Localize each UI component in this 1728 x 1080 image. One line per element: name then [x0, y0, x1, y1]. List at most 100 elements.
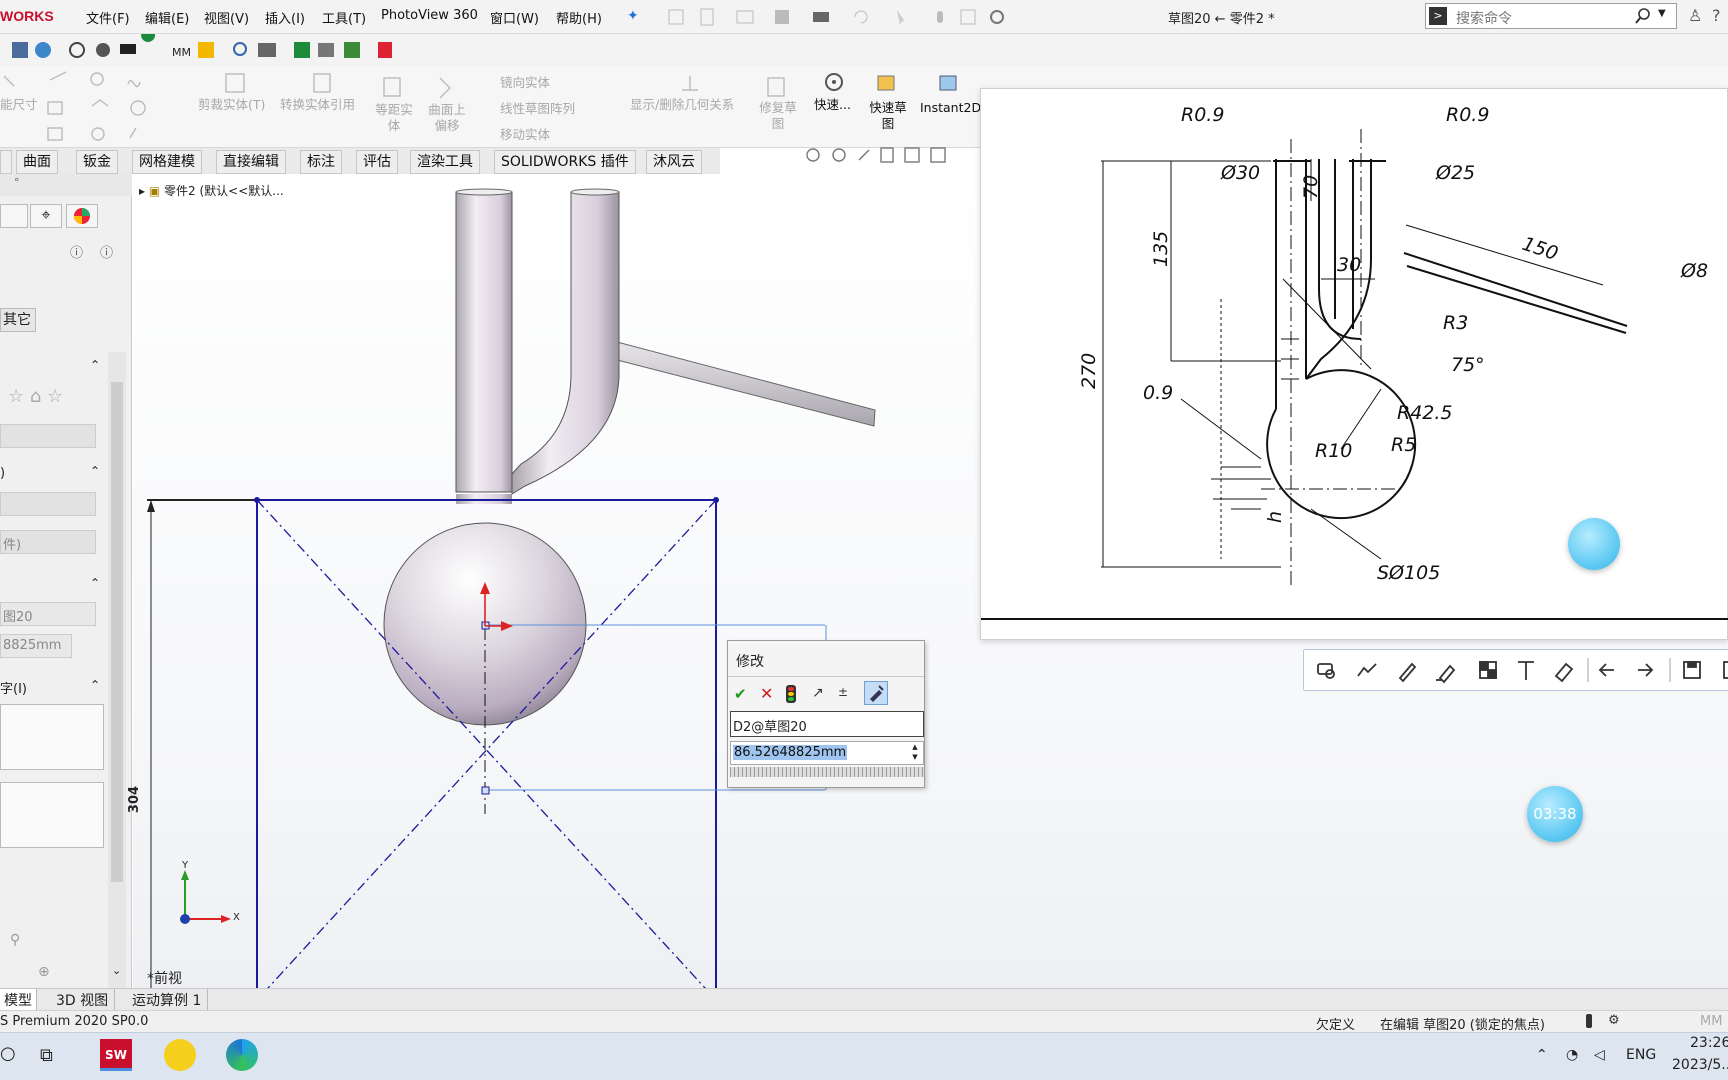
collapse-icon-2[interactable]: ⌃	[90, 464, 100, 478]
collapse-icon-3[interactable]: ⌃	[90, 576, 100, 590]
sketch-point-2[interactable]	[481, 786, 490, 795]
quick-snaps-button[interactable]: 快速...	[814, 94, 851, 113]
collapse-icon[interactable]: ⌃	[90, 358, 100, 372]
menu-tools[interactable]: 工具(T)	[322, 8, 366, 27]
menu-view[interactable]: 视图(V)	[204, 8, 249, 27]
tab-direct-edit[interactable]: 直接编辑	[216, 150, 286, 174]
main-tube[interactable]	[455, 191, 513, 493]
customize-icon[interactable]: ⚙	[1608, 1013, 1620, 1028]
spin-increment-icon[interactable]: ±	[838, 685, 848, 699]
display-relations-button[interactable]: 显示/删除几何关系	[630, 94, 734, 113]
appearance-tab[interactable]	[66, 204, 98, 228]
repair-sketch-button[interactable]: 修复草图	[756, 100, 800, 132]
anchor-icon[interactable]: ⚲	[10, 932, 20, 948]
unit-system[interactable]: MM	[1700, 1014, 1722, 1029]
pin-icon[interactable]: ✦	[627, 8, 639, 24]
music-app-icon[interactable]	[164, 1039, 196, 1071]
mark-for-drawing-icon[interactable]	[864, 681, 888, 705]
tab-model[interactable]: 模型	[0, 989, 37, 1010]
floating-ball[interactable]	[1568, 518, 1620, 570]
panel-dropdown-1[interactable]	[0, 424, 96, 448]
dimension-name-field[interactable]: D2@草图20	[730, 711, 924, 737]
tab-mufengyun[interactable]: 沐风云	[646, 150, 702, 174]
edge-browser-icon[interactable]	[226, 1039, 258, 1071]
tab-render[interactable]: 渲染工具	[410, 150, 480, 174]
side-tube[interactable]	[616, 341, 876, 427]
tab-addins[interactable]: SOLIDWORKS 插件	[494, 150, 636, 174]
tab-sketch[interactable]	[0, 150, 12, 174]
tab-dimension[interactable]: 标注	[300, 150, 342, 174]
settings-icon	[96, 43, 110, 57]
sketch-name-field[interactable]: 图20	[0, 602, 96, 626]
dimension-value-input[interactable]: 86.52648825mm ▲ ▼	[730, 741, 924, 765]
reverse-dim-icon[interactable]: ↗	[812, 685, 824, 701]
drawing-canvas: R0.9 R0.9 Ø30 Ø25 70 135 30 150 Ø8 270 R…	[981, 104, 1728, 620]
thumbwheel[interactable]	[730, 767, 924, 777]
property-manager-tab[interactable]	[0, 204, 28, 228]
user-icon[interactable]: ♙	[1688, 6, 1702, 25]
point-icon[interactable]: ⊕	[38, 964, 50, 980]
crosshair-icon[interactable]: ⌖	[30, 204, 62, 228]
solidworks-taskbar-icon[interactable]: SW	[100, 1039, 132, 1071]
panel-dropdown-2[interactable]	[0, 492, 96, 516]
smart-dimension-label[interactable]: 能尺寸	[0, 94, 38, 113]
convert-entities-button[interactable]: 转换实体引用	[280, 94, 355, 113]
cancel-x-icon[interactable]: ✕	[760, 684, 773, 703]
clock-time[interactable]: 23:26	[1690, 1035, 1728, 1051]
task-view-icon[interactable]: ⧉	[40, 1045, 53, 1066]
offset-entities-button[interactable]: 等距实体	[372, 102, 416, 134]
recording-timer[interactable]: 03:38	[1527, 786, 1583, 842]
clock-date[interactable]: 2023/5...	[1672, 1057, 1728, 1073]
collapse-icon-4[interactable]: ⌃	[90, 678, 100, 692]
panel-dropdown-3[interactable]: 件)	[0, 530, 96, 554]
linear-pattern-button[interactable]: 线性草图阵列	[500, 98, 575, 117]
search-box[interactable]: > 搜索命令 ▼	[1425, 3, 1677, 29]
search-icon[interactable]	[1634, 7, 1652, 25]
wifi-icon[interactable]: ◔	[1566, 1047, 1578, 1063]
tab-other[interactable]: 其它	[0, 308, 36, 332]
mirror-entities-button[interactable]: 镜向实体	[500, 72, 550, 91]
panel-scrollbar[interactable]	[108, 352, 126, 992]
search-input[interactable]: 搜索命令	[1456, 8, 1512, 28]
menu-help[interactable]: 帮助(H)	[556, 8, 602, 27]
scroll-thumb[interactable]	[111, 382, 123, 882]
redo-icon	[1638, 663, 1654, 677]
tab-mesh[interactable]: 网格建模	[132, 150, 202, 174]
instant2d-button[interactable]: Instant2D	[920, 100, 981, 115]
move-entities-button[interactable]: 移动实体	[500, 124, 550, 143]
help-icon[interactable]: ?	[1712, 6, 1721, 25]
scroll-down-icon[interactable]: ⌄	[112, 964, 121, 977]
menu-window[interactable]: 窗口(W)	[490, 8, 539, 27]
annotation-toolbar	[1303, 649, 1728, 691]
rebuild-status-icon[interactable]	[1586, 1014, 1592, 1028]
tab-surface[interactable]: 曲面	[16, 150, 58, 174]
rebuild-traffic-icon[interactable]	[786, 685, 796, 703]
dim-304-label[interactable]: 304	[127, 786, 142, 813]
star-icon[interactable]: ☆ ⌂ ☆	[8, 386, 63, 407]
tab-motion-study[interactable]: 运动算例 1	[126, 989, 209, 1010]
offset-on-surface-button[interactable]: 曲面上偏移	[425, 102, 469, 134]
spin-arrows-icon[interactable]: ▲ ▼	[907, 742, 923, 764]
question-icon[interactable]: ⓘ	[100, 242, 113, 261]
tab-3d-view[interactable]: 3D 视图	[50, 989, 116, 1010]
menu-insert[interactable]: 插入(I)	[265, 8, 305, 27]
tab-evaluate[interactable]: 评估	[356, 150, 398, 174]
volume-icon[interactable]: ◁	[1594, 1047, 1605, 1063]
tray-chevron-icon[interactable]: ⌃	[1536, 1047, 1548, 1063]
quick-sketch-button[interactable]: 快速草图	[866, 100, 910, 132]
chevron-icon[interactable]: °	[14, 176, 20, 189]
search-taskbar-icon[interactable]: ○	[0, 1043, 16, 1064]
chevron-down-icon[interactable]: ▼	[1658, 8, 1666, 19]
trim-entities-button[interactable]: 剪裁实体(T)	[198, 94, 265, 113]
language-indicator[interactable]: ENG	[1626, 1047, 1656, 1063]
ok-check-icon[interactable]: ✔	[734, 685, 747, 703]
tab-sheetmetal[interactable]: 钣金	[76, 150, 118, 174]
text-box[interactable]	[0, 704, 104, 770]
menu-file[interactable]: 文件(F)	[86, 8, 130, 27]
menu-photoview[interactable]: PhotoView 360	[381, 8, 478, 23]
menu-edit[interactable]: 编辑(E)	[145, 8, 189, 27]
help-circle-icon[interactable]: ⓘ	[70, 242, 83, 261]
u-tube[interactable]	[511, 191, 620, 495]
dimension-field[interactable]: 8825mm	[0, 634, 72, 658]
text-box-2[interactable]	[0, 782, 104, 848]
